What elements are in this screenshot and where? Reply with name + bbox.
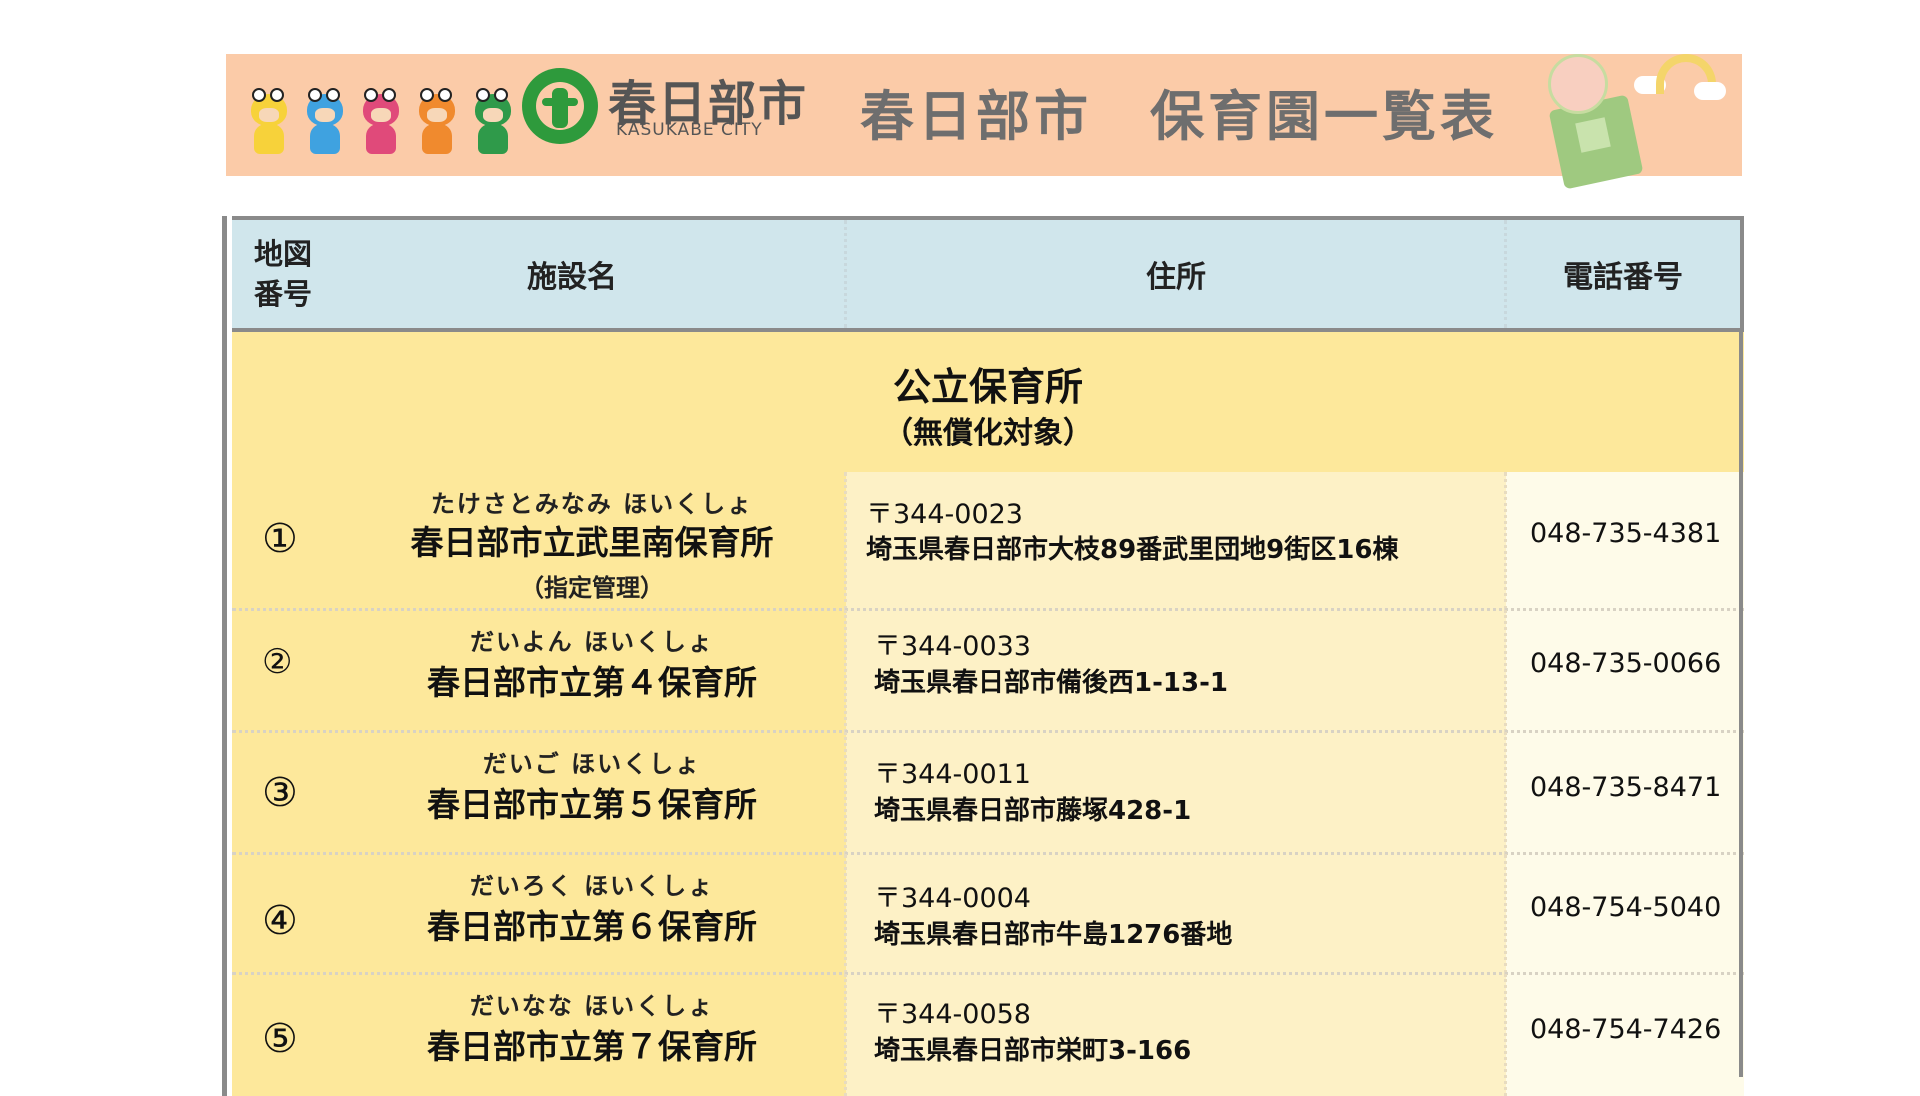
postal-code: 〒344-0023 <box>866 499 1023 530</box>
postal-code: 〒344-0058 <box>874 999 1031 1030</box>
postal-code: 〒344-0033 <box>874 631 1031 662</box>
table-row: ⑤ だいなな ほいくしょ 春日部市立第７保育所 〒344-0058 埼玉県春日部… <box>232 972 1744 1096</box>
table-right-border <box>1739 332 1743 1077</box>
mascot-group <box>244 84 518 158</box>
section-public-nursery: 公立保育所 （無償化対象） <box>232 332 1744 472</box>
map-number: ① <box>262 516 298 562</box>
baby-illustration <box>1526 50 1646 190</box>
address: 埼玉県春日部市備後西1-13-1 <box>874 668 1228 698</box>
header-map-number: 地図 番号 <box>254 237 313 311</box>
map-number: ④ <box>262 898 298 944</box>
facility-name: 春日部市立第４保育所 <box>427 663 757 702</box>
phone-number: 048-754-5040 <box>1530 892 1722 923</box>
header-phone: 電話番号 <box>1563 260 1683 295</box>
phone-number: 048-735-4381 <box>1530 518 1722 549</box>
facility-ruby: たけさとみなみ ほいくしょ <box>430 490 754 518</box>
postal-code: 〒344-0011 <box>874 759 1031 790</box>
address: 埼玉県春日部市藤塚428-1 <box>874 796 1192 826</box>
phone-number: 048-735-8471 <box>1530 772 1722 803</box>
mascot-pink <box>356 84 406 158</box>
map-number: ② <box>262 642 293 682</box>
header-banner: 春日部市 KASUKABE CITY 春日部市 保育園一覧表 <box>226 54 1742 190</box>
facility-ruby: だいよん ほいくしょ <box>470 628 714 656</box>
mascot-yellow <box>244 84 294 158</box>
table-row: ② だいよん ほいくしょ 春日部市立第４保育所 〒344-0033 埼玉県春日部… <box>232 608 1744 732</box>
postal-code: 〒344-0004 <box>874 883 1031 914</box>
phone-number: 048-754-7426 <box>1530 1014 1722 1045</box>
facility-note: （指定管理） <box>520 574 664 602</box>
table-header: 地図 番号 施設名 住所 電話番号 <box>232 216 1744 332</box>
facility-ruby: だいご ほいくしょ <box>482 750 702 778</box>
phone-number: 048-735-0066 <box>1530 648 1722 679</box>
table-row: ④ だいろく ほいくしょ 春日部市立第６保育所 〒344-0004 埼玉県春日部… <box>232 852 1744 974</box>
mascot-green <box>468 84 518 158</box>
facility-ruby: だいなな ほいくしょ <box>469 992 715 1020</box>
facility-name: 春日部市立第７保育所 <box>427 1027 757 1066</box>
address: 埼玉県春日部市牛島1276番地 <box>874 920 1233 950</box>
page-title: 春日部市 保育園一覧表 <box>860 85 1498 148</box>
section-subtitle: （無償化対象） <box>883 416 1093 451</box>
address: 埼玉県春日部市栄町3-166 <box>874 1036 1192 1066</box>
table-row: ③ だいご ほいくしょ 春日部市立第５保育所 〒344-0011 埼玉県春日部市… <box>232 730 1744 854</box>
section-title: 公立保育所 <box>892 365 1083 409</box>
table-row: ① たけさとみなみ ほいくしょ 春日部市立武里南保育所 （指定管理） 〒344-… <box>232 472 1744 610</box>
facility-name: 春日部市立第５保育所 <box>427 785 757 824</box>
city-logo-icon <box>522 68 598 144</box>
facility-name: 春日部市立第６保育所 <box>427 907 757 946</box>
header-facility: 施設名 <box>527 260 617 295</box>
nursery-table: 地図 番号 施設名 住所 電話番号 公立保育所 （無償化対象） ① たけさとみな… <box>222 216 1744 1096</box>
map-number: ③ <box>262 770 298 816</box>
facility-ruby: だいろく ほいくしょ <box>469 872 715 900</box>
mascot-blue <box>300 84 350 158</box>
map-number: ⑤ <box>262 1016 298 1062</box>
cloud-icon <box>1694 82 1726 100</box>
facility-name: 春日部市立武里南保育所 <box>410 523 774 562</box>
mascot-orange <box>412 84 462 158</box>
city-name-en: KASUKABE CITY <box>616 120 763 140</box>
header-address: 住所 <box>1146 260 1206 295</box>
address: 埼玉県春日部市大枝89番武里団地9街区16棟 <box>866 535 1399 565</box>
